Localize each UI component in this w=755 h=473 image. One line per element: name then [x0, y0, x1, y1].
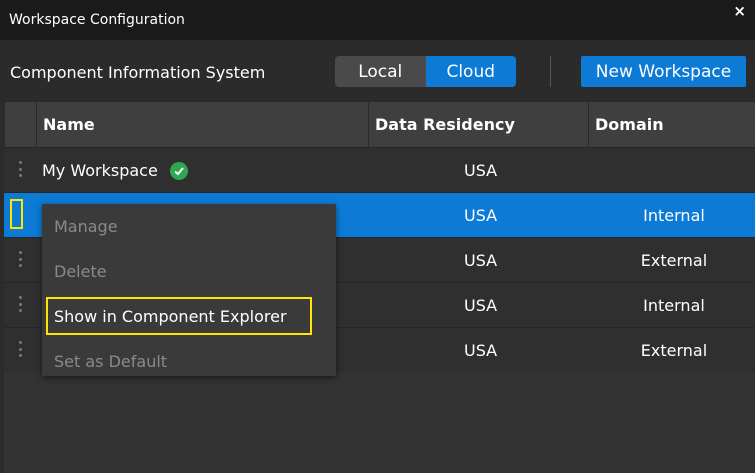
toolbar-divider	[550, 56, 551, 87]
header-handle-column	[4, 102, 36, 147]
table-row[interactable]: My Workspace USA	[4, 147, 755, 192]
row-residency-cell: USA	[464, 161, 498, 180]
column-header-domain[interactable]: Domain	[588, 102, 755, 147]
workspace-name: My Workspace	[42, 161, 158, 180]
row-residency-cell: USA	[464, 296, 498, 315]
check-circle-icon	[169, 161, 188, 180]
title-bar: Workspace Configuration ×	[0, 0, 755, 40]
menu-item-manage[interactable]: Manage	[42, 204, 336, 249]
column-header-residency[interactable]: Data Residency	[368, 102, 588, 147]
row-name-cell: My Workspace	[42, 148, 188, 193]
system-label: Component Information System	[10, 63, 266, 82]
context-menu: Manage Delete Show in Component Explorer…	[42, 204, 336, 376]
row-domain-cell: External	[640, 341, 708, 360]
column-header-name[interactable]: Name	[36, 102, 368, 147]
drag-handle-selected[interactable]	[10, 199, 23, 229]
drag-handle-icon[interactable]	[17, 161, 23, 177]
cloud-toggle-button[interactable]: Cloud	[425, 56, 516, 87]
window-title: Workspace Configuration	[9, 12, 185, 28]
drag-handle-icon[interactable]	[17, 296, 23, 312]
row-residency-cell: USA	[464, 206, 498, 225]
location-toggle: Local Cloud	[335, 56, 516, 87]
drag-handle-icon[interactable]	[17, 251, 23, 267]
row-residency-cell: USA	[464, 341, 498, 360]
menu-item-set-as-default[interactable]: Set as Default	[42, 339, 336, 384]
local-toggle-button[interactable]: Local	[335, 56, 426, 87]
menu-item-delete[interactable]: Delete	[42, 249, 336, 294]
row-domain-cell: Internal	[643, 206, 705, 225]
row-domain-cell	[584, 148, 755, 193]
row-domain-cell: External	[640, 251, 708, 270]
row-residency-cell: USA	[464, 251, 498, 270]
table-header: Name Data Residency Domain	[4, 102, 755, 147]
menu-item-highlight	[46, 297, 312, 335]
drag-handle-icon[interactable]	[17, 341, 23, 357]
close-icon[interactable]: ×	[733, 2, 746, 20]
new-workspace-button[interactable]: New Workspace	[581, 56, 746, 87]
row-domain-cell: Internal	[643, 296, 705, 315]
